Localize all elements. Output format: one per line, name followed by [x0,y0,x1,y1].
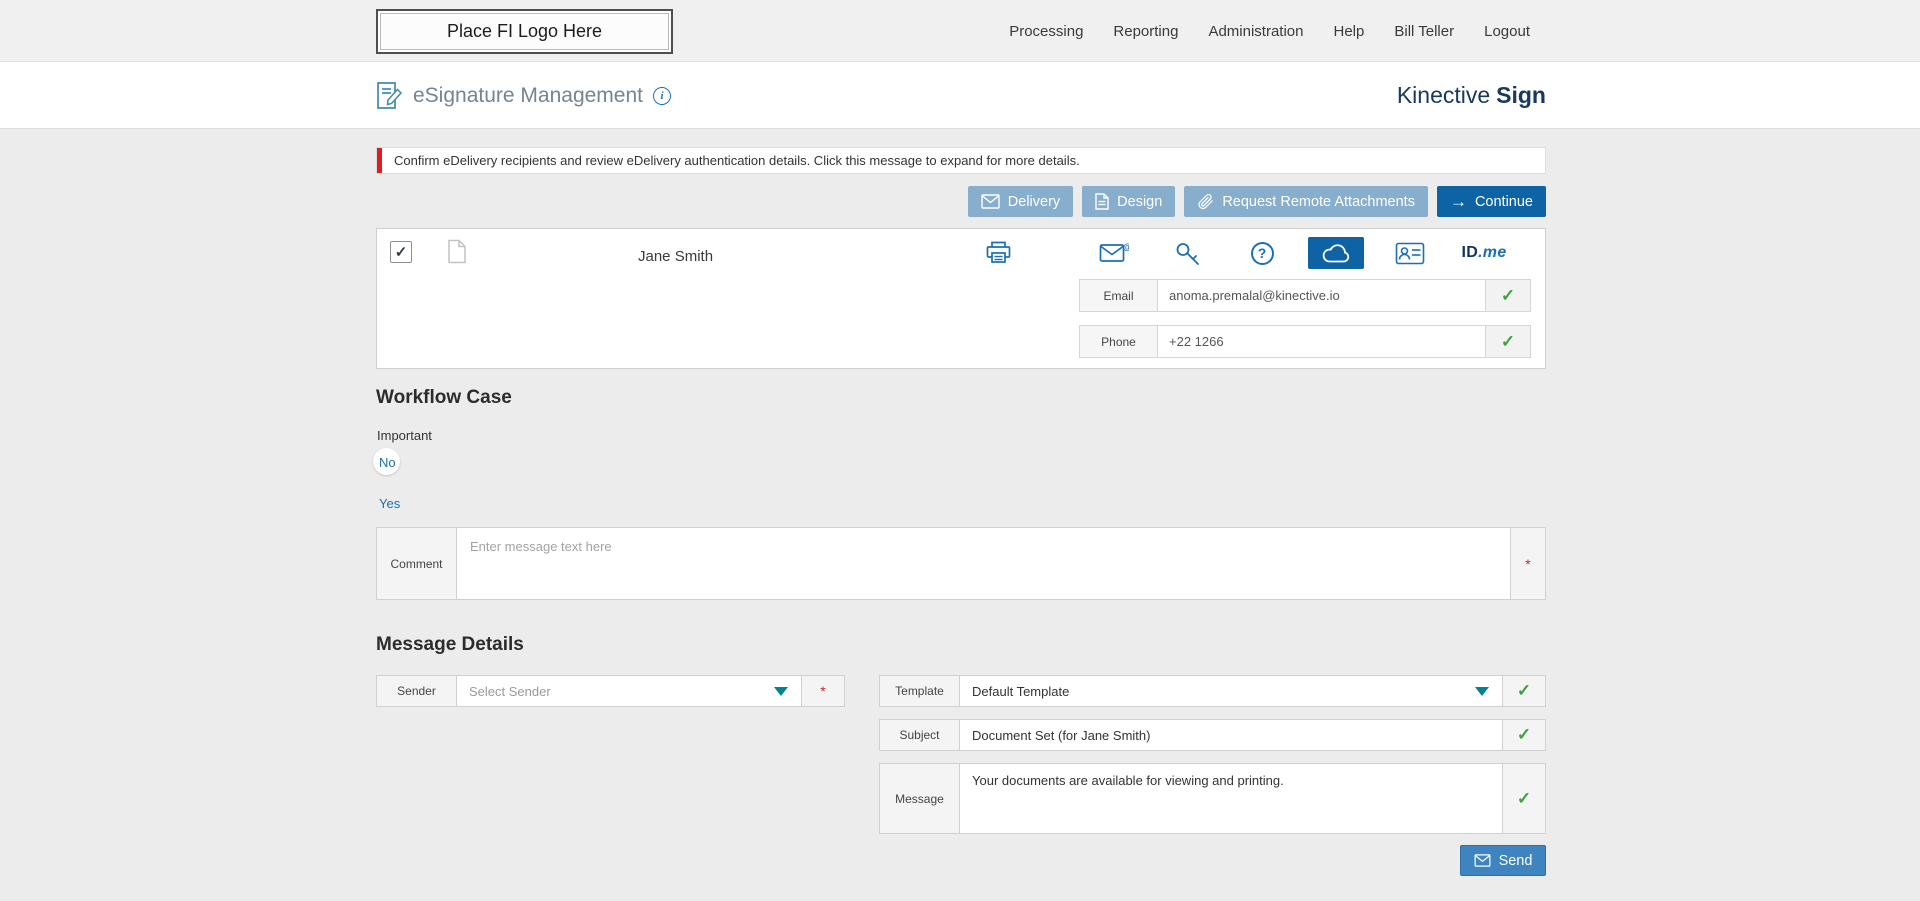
comment-field: Comment * [376,527,1546,600]
brand-primary: Kinective [1397,82,1490,109]
request-remote-attachments-label: Request Remote Attachments [1222,194,1415,210]
continue-button[interactable]: → Continue [1437,186,1546,217]
template-label: Template [880,676,960,706]
envelope-icon [981,194,1000,209]
message-label: Message [880,764,960,833]
recipient-card: ✓ Jane Smith @ [376,228,1546,369]
template-select-value: Default Template [972,684,1069,699]
template-check-cell: ✓ [1503,676,1545,706]
app-title-wrap: eSignature Management i [376,62,671,129]
send-label: Send [1499,853,1533,869]
delivery-button[interactable]: Delivery [968,186,1073,217]
fi-logo-text: Place FI Logo Here [447,21,602,42]
comment-textarea[interactable] [457,528,1511,599]
nav-help[interactable]: Help [1334,23,1365,40]
phone-input[interactable] [1158,326,1486,357]
alert-text: Confirm eDelivery recipients and review … [394,153,1080,168]
request-remote-attachments-button[interactable]: Request Remote Attachments [1184,186,1428,217]
phone-check-cell: ✓ [1486,326,1530,357]
chevron-down-icon [774,687,788,696]
check-icon: ✓ [1517,725,1531,745]
question-mark: ? [1251,242,1274,265]
paperclip-icon [1197,193,1214,210]
comment-label: Comment [377,528,457,599]
email-auth-icon[interactable]: @ [1077,237,1151,269]
info-icon[interactable]: i [653,87,671,105]
printer-icon[interactable] [985,240,1012,270]
key-auth-icon[interactable] [1151,237,1225,269]
idme-logo[interactable]: ID.me [1447,237,1521,269]
brand-bold: Sign [1496,82,1546,109]
workflow-case-heading: Workflow Case [376,387,512,409]
sender-select-value: Select Sender [469,684,551,699]
email-input[interactable] [1158,280,1486,311]
send-envelope-icon [1474,854,1491,867]
recipient-checkbox[interactable]: ✓ [390,241,412,263]
check-icon: ✓ [1501,286,1515,306]
esignature-document-icon [376,81,403,110]
design-button[interactable]: Design [1082,186,1175,217]
sender-required-marker: * [802,676,844,706]
comment-required-marker: * [1511,528,1545,599]
top-nav: Processing Reporting Administration Help… [1009,0,1530,62]
subject-check-cell: ✓ [1503,720,1545,750]
top-bar: Place FI Logo Here Processing Reporting … [0,0,1920,62]
svg-text:@: @ [1123,242,1129,252]
recipient-name: Jane Smith [638,248,713,265]
challenge-question-icon[interactable]: ? [1225,237,1299,269]
chevron-down-icon [1475,687,1489,696]
sender-field: Sender Select Sender * [376,675,845,707]
important-option-yes[interactable]: Yes [379,496,400,511]
check-icon: ✓ [1517,681,1531,701]
nav-processing[interactable]: Processing [1009,23,1083,40]
send-button[interactable]: Send [1460,845,1546,876]
subject-value: Document Set (for Jane Smith) [972,728,1150,743]
app-header: eSignature Management i Kinective Sign [0,62,1920,129]
option-no-label: No [379,455,396,470]
email-label: Email [1080,280,1158,311]
alert-banner[interactable]: Confirm eDelivery recipients and review … [376,147,1546,174]
continue-label: Continue [1475,194,1533,210]
fi-logo-placeholder: Place FI Logo Here [376,9,673,54]
template-select[interactable]: Default Template [960,676,1503,706]
page-title: eSignature Management [413,84,643,108]
sender-select[interactable]: Select Sender [457,676,802,706]
idme-suffix: .me [1478,244,1506,262]
message-field: Message Your documents are available for… [879,763,1546,834]
arrow-right-icon: → [1450,193,1467,210]
alert-accent-bar [377,148,382,173]
email-check-cell: ✓ [1486,280,1530,311]
template-field: Template Default Template ✓ [879,675,1546,707]
document-page-icon [447,239,467,269]
nav-administration[interactable]: Administration [1208,23,1303,40]
message-details-heading: Message Details [376,634,524,656]
message-value: Your documents are available for viewing… [972,773,1284,788]
nav-reporting[interactable]: Reporting [1113,23,1178,40]
document-icon [1095,193,1109,210]
nav-user[interactable]: Bill Teller [1394,23,1454,40]
message-check-cell: ✓ [1503,764,1545,833]
phone-label: Phone [1080,326,1158,357]
check-icon: ✓ [1517,789,1531,809]
idme-primary: ID [1461,244,1478,262]
message-input[interactable]: Your documents are available for viewing… [960,764,1503,833]
check-icon: ✓ [1501,332,1515,352]
cloud-auth-icon[interactable] [1308,237,1364,269]
subject-field: Subject Document Set (for Jane Smith) ✓ [879,719,1546,751]
subject-input[interactable]: Document Set (for Jane Smith) [960,720,1503,750]
delivery-label: Delivery [1008,194,1060,210]
subject-label: Subject [880,720,960,750]
important-label: Important [377,428,432,443]
auth-methods: @ ? ID.me [1077,237,1521,269]
design-label: Design [1117,194,1162,210]
actions-toolbar: Delivery Design Request Remote Attachmen… [376,186,1546,217]
important-option-no[interactable]: No [379,455,396,470]
phone-row: Phone ✓ [1079,325,1531,358]
sender-label: Sender [377,676,457,706]
nav-logout[interactable]: Logout [1484,23,1530,40]
page: Place FI Logo Here Processing Reporting … [0,0,1920,901]
email-row: Email ✓ [1079,279,1531,312]
brand-logo: Kinective Sign [1397,62,1546,129]
id-card-icon[interactable] [1373,237,1447,269]
